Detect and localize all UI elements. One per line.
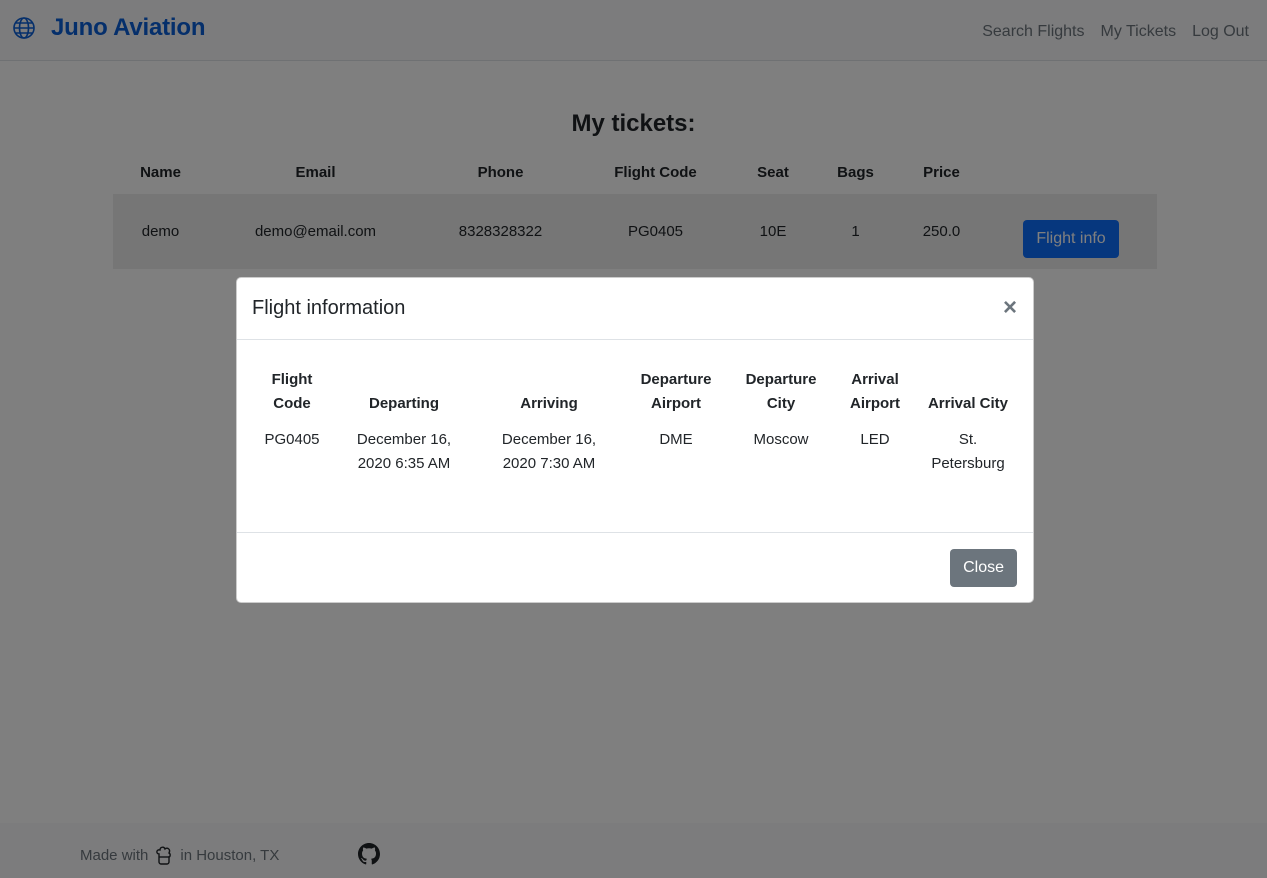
flight-info-modal: Flight information × Flight Code Departi… (236, 277, 1034, 603)
modal-body: Flight Code Departing Arriving Departure… (237, 340, 1033, 533)
modal-title: Flight information (252, 297, 406, 319)
modal-header: Flight information × (237, 278, 1033, 340)
table-row: PG0405 December 16, 2020 6:35 AM Decembe… (253, 428, 1017, 476)
col-departing: Departing (368, 395, 439, 412)
close-icon[interactable]: × (1003, 296, 1017, 320)
col-departure-city: Departure City (745, 371, 817, 412)
col-arrival-airport: Arrival Airport (850, 371, 900, 412)
cell-arriving: December 16, 2020 7:30 AM (501, 431, 597, 472)
col-arrival-city: Arrival City (927, 395, 1009, 412)
close-button[interactable]: Close (950, 549, 1017, 587)
cell-departure-city: Moscow (753, 431, 809, 448)
modal-footer: Close (237, 533, 1033, 603)
cell-departing: December 16, 2020 6:35 AM (356, 431, 452, 472)
cell-arrival-airport: LED (860, 431, 890, 448)
cell-departure-airport: DME (659, 431, 693, 448)
col-flight-code: Flight Code (271, 371, 313, 412)
cell-flight-code: PG0405 (264, 431, 320, 448)
col-departure-airport: Departure Airport (640, 371, 712, 412)
cell-arrival-city: St. Petersburg (931, 431, 1005, 472)
col-arriving: Arriving (520, 395, 578, 412)
flight-info-table: Flight Code Departing Arriving Departure… (253, 368, 1017, 476)
flight-info-header-row: Flight Code Departing Arriving Departure… (253, 368, 1017, 428)
